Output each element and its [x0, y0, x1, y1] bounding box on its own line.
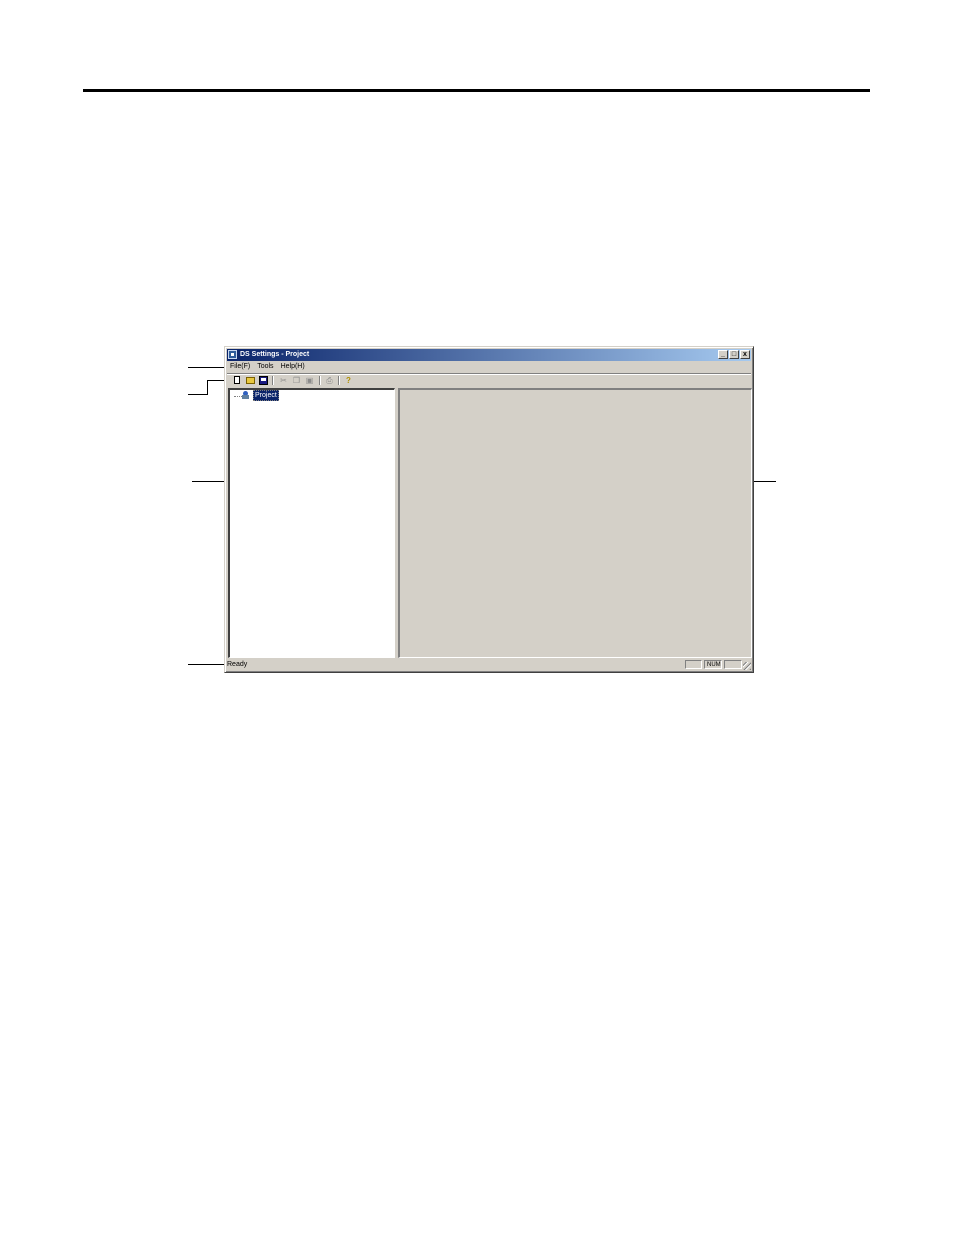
- status-indicator-num: NUM: [704, 660, 722, 669]
- toolbar-separator: [319, 376, 321, 385]
- callout-statusbar-line: [188, 664, 226, 665]
- open-icon[interactable]: [246, 377, 255, 384]
- status-bar: Ready NUM: [227, 660, 751, 670]
- menu-bar: File(F) Tools Help(H): [227, 362, 309, 372]
- menu-help[interactable]: Help(H): [278, 362, 309, 372]
- tree-item-project[interactable]: Project: [253, 390, 279, 401]
- detail-pane[interactable]: [398, 388, 752, 658]
- status-indicator-caps: [685, 660, 702, 669]
- callout-menubar-line: [188, 367, 226, 368]
- project-tree-pane[interactable]: Project: [228, 388, 395, 658]
- project-icon: [242, 391, 250, 399]
- toolbar: ✂ ❐ ▣ ⎙ ?: [227, 373, 751, 386]
- close-button[interactable]: x: [740, 350, 750, 359]
- page-header-rule: [83, 89, 870, 92]
- save-icon[interactable]: [259, 376, 268, 385]
- tree-connector: [234, 396, 242, 397]
- menu-file[interactable]: File(F): [227, 362, 254, 372]
- toolbar-separator: [272, 376, 274, 385]
- copy-icon[interactable]: ❐: [292, 376, 301, 385]
- app-icon[interactable]: [228, 350, 237, 359]
- minimize-button[interactable]: _: [718, 350, 728, 359]
- resize-grip[interactable]: [743, 662, 751, 670]
- window-title: DS Settings - Project: [240, 351, 310, 358]
- help-icon[interactable]: ?: [344, 376, 353, 385]
- paste-icon[interactable]: ▣: [305, 376, 314, 385]
- new-icon[interactable]: [234, 376, 240, 384]
- maximize-button[interactable]: □: [729, 350, 739, 359]
- callout-toolbar-line-vertical: [207, 380, 208, 395]
- application-window: DS Settings - Project _ □ x File(F) Tool…: [224, 346, 754, 673]
- menu-tools[interactable]: Tools: [254, 362, 277, 372]
- callout-toolbar-line: [188, 394, 208, 395]
- status-text: Ready: [227, 661, 248, 668]
- toolbar-separator: [338, 376, 340, 385]
- cut-icon[interactable]: ✂: [279, 376, 288, 385]
- status-indicator-scroll: [724, 660, 742, 669]
- title-bar[interactable]: DS Settings - Project _ □ x: [227, 349, 751, 361]
- print-icon[interactable]: ⎙: [325, 376, 334, 385]
